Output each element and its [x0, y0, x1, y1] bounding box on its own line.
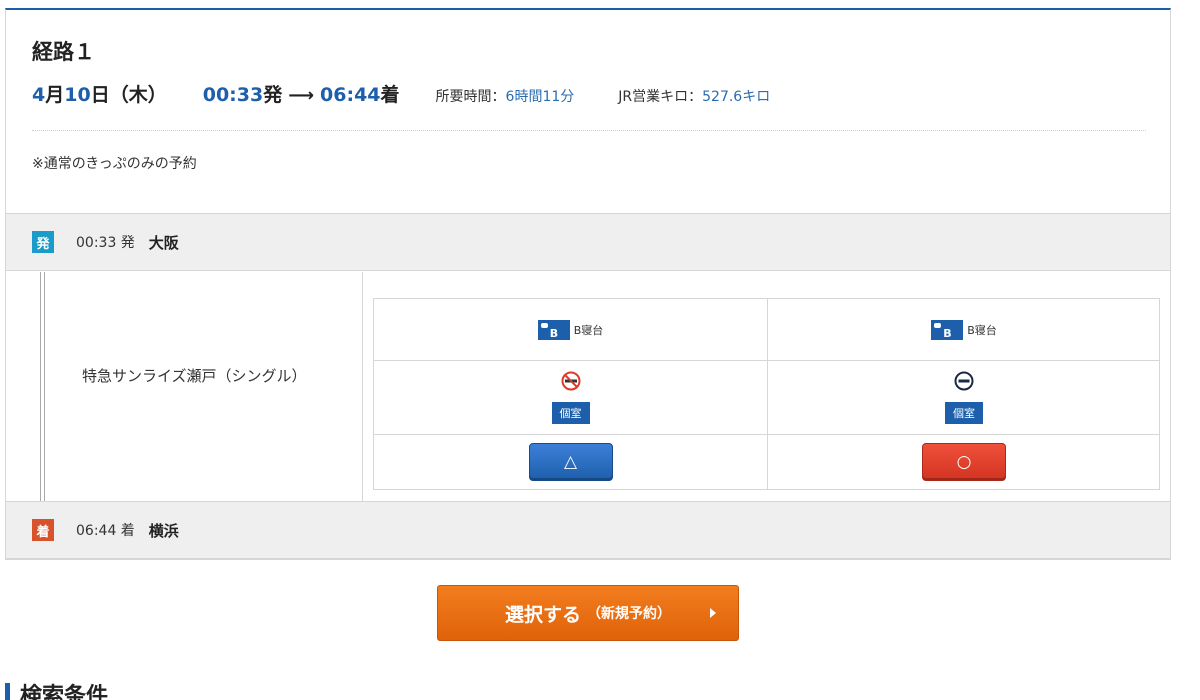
no-smoking-icon	[561, 371, 580, 391]
bed-icon: B	[931, 319, 964, 340]
departure-badge: 発	[32, 231, 54, 253]
select-button-sublabel: （新規予約）	[587, 606, 671, 622]
route-summary: 4月10日（木） 00:33発 ⟶ 06:44着 所要時間：6時間11分 JR営業キ…	[32, 80, 770, 107]
route-line-left	[40, 272, 41, 501]
search-conditions-heading: 検索条件	[20, 684, 109, 700]
room-cell: 個室	[768, 361, 1160, 435]
private-room-badge: 個室	[945, 402, 983, 424]
arrival-stop: 着 06:44 着 横浜	[6, 501, 1170, 559]
bed-icon: B	[537, 319, 570, 340]
play-arrow-icon	[710, 608, 716, 618]
route-card: 経路１ 4月10日（木） 00:33発 ⟶ 06:44着 所要時間：6時間11分 J…	[5, 8, 1171, 560]
booking-note: ※通常のきっぷのみの予約	[32, 156, 197, 172]
route-distance: JR営業キロ：527.6キロ	[618, 89, 771, 105]
select-button-label: 選択する	[504, 603, 581, 626]
select-new-booking-button[interactable]: 選択する （新規予約）	[437, 585, 739, 641]
availability-button-limited[interactable]: △	[528, 443, 613, 481]
seat-type-cell: B B寝台	[768, 299, 1160, 361]
availability-cell: △	[374, 435, 767, 489]
route-date: 4月10日（木）	[32, 84, 167, 106]
room-cell: 個室	[374, 361, 767, 435]
availability-button-available[interactable]: ○	[922, 443, 1006, 481]
departure-stop: 発 00:33 発 大阪	[6, 213, 1170, 271]
divider	[32, 130, 1146, 131]
column-divider	[362, 272, 363, 501]
section-accent-bar	[5, 683, 10, 700]
private-room-badge: 個室	[551, 402, 590, 424]
seat-type-label: B寝台	[967, 323, 997, 337]
train-name: 特急サンライズ瀬戸（シングル）	[82, 367, 307, 385]
route-line-right	[44, 272, 45, 501]
arrival-time: 06:44 着	[76, 523, 135, 539]
route-times: 00:33発 ⟶ 06:44着	[202, 84, 400, 106]
seat-type-label: B寝台	[573, 323, 604, 337]
seat-type-cell: B B寝台	[374, 299, 767, 361]
departure-time: 00:33 発	[76, 235, 135, 251]
seat-column-1: B B寝台 個室 △	[374, 299, 767, 489]
arrival-badge: 着	[32, 519, 54, 541]
route-duration: 所要時間：6時間11分	[435, 89, 575, 105]
departure-station: 大阪	[148, 233, 179, 252]
seat-table: B B寝台 個室 △ B B寝台 個室 ○	[373, 298, 1160, 490]
route-title: 経路１	[32, 40, 95, 64]
arrival-station: 横浜	[148, 521, 179, 540]
availability-cell: ○	[768, 435, 1160, 489]
seat-column-2: B B寝台 個室 ○	[767, 299, 1160, 489]
no-entry-icon	[954, 371, 974, 391]
train-segment: 特急サンライズ瀬戸（シングル） B B寝台 個室 △ B B寝台 個室 ○	[6, 272, 1170, 501]
arrow-right-icon: ⟶	[288, 85, 315, 106]
